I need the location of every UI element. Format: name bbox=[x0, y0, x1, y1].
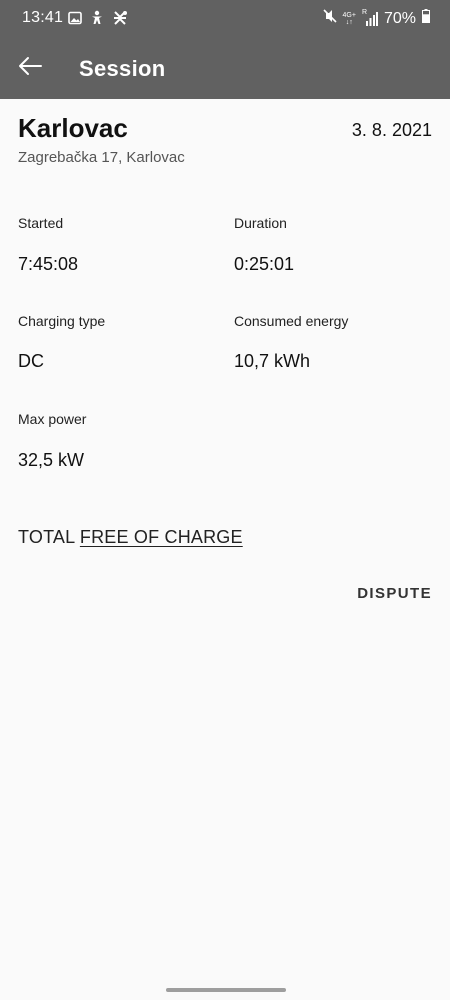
battery-icon bbox=[422, 9, 430, 28]
arrow-left-icon bbox=[17, 56, 43, 81]
battery-percent: 70% bbox=[383, 9, 416, 27]
session-date: 3. 8. 2021 bbox=[351, 120, 432, 140]
total-row: TOTAL FREE OF CHARGE bbox=[18, 527, 243, 548]
total-label: TOTAL bbox=[18, 527, 75, 547]
location-address: Zagrebačka 17, Karlovac bbox=[18, 149, 185, 166]
status-bar: 13:41 4G+ ↓↑ R 70% bbox=[0, 0, 450, 38]
duration-value: 0:25:01 bbox=[234, 254, 295, 274]
app-bar: Session bbox=[0, 38, 450, 99]
charging-type-label: Charging type bbox=[18, 313, 106, 329]
app-notification-icon bbox=[112, 10, 128, 31]
max-power-label: Max power bbox=[18, 411, 87, 427]
signal-icon: R bbox=[362, 9, 378, 26]
mute-icon bbox=[322, 9, 337, 28]
gallery-icon bbox=[68, 11, 82, 30]
dispute-button[interactable]: DISPUTE bbox=[357, 585, 432, 602]
consumed-energy-value: 10,7 kWh bbox=[234, 351, 311, 371]
page-title: Session bbox=[79, 56, 166, 81]
status-time: 13:41 bbox=[22, 9, 64, 26]
max-power-value: 32,5 kW bbox=[18, 450, 85, 470]
duration-label: Duration bbox=[234, 215, 287, 231]
total-value-link[interactable]: FREE OF CHARGE bbox=[80, 527, 243, 547]
accessibility-icon bbox=[90, 10, 104, 31]
consumed-energy-label: Consumed energy bbox=[234, 313, 349, 329]
status-notification-icons bbox=[68, 10, 128, 31]
started-label: Started bbox=[18, 215, 64, 231]
back-button[interactable] bbox=[10, 50, 50, 86]
status-system-icons: 4G+ ↓↑ R 70% bbox=[322, 9, 430, 28]
started-value: 7:45:08 bbox=[18, 254, 79, 274]
home-indicator[interactable] bbox=[166, 988, 286, 992]
charging-type-value: DC bbox=[18, 351, 44, 371]
location-name: Karlovac bbox=[18, 113, 128, 143]
network-type-label: 4G+ ↓↑ bbox=[342, 11, 356, 26]
